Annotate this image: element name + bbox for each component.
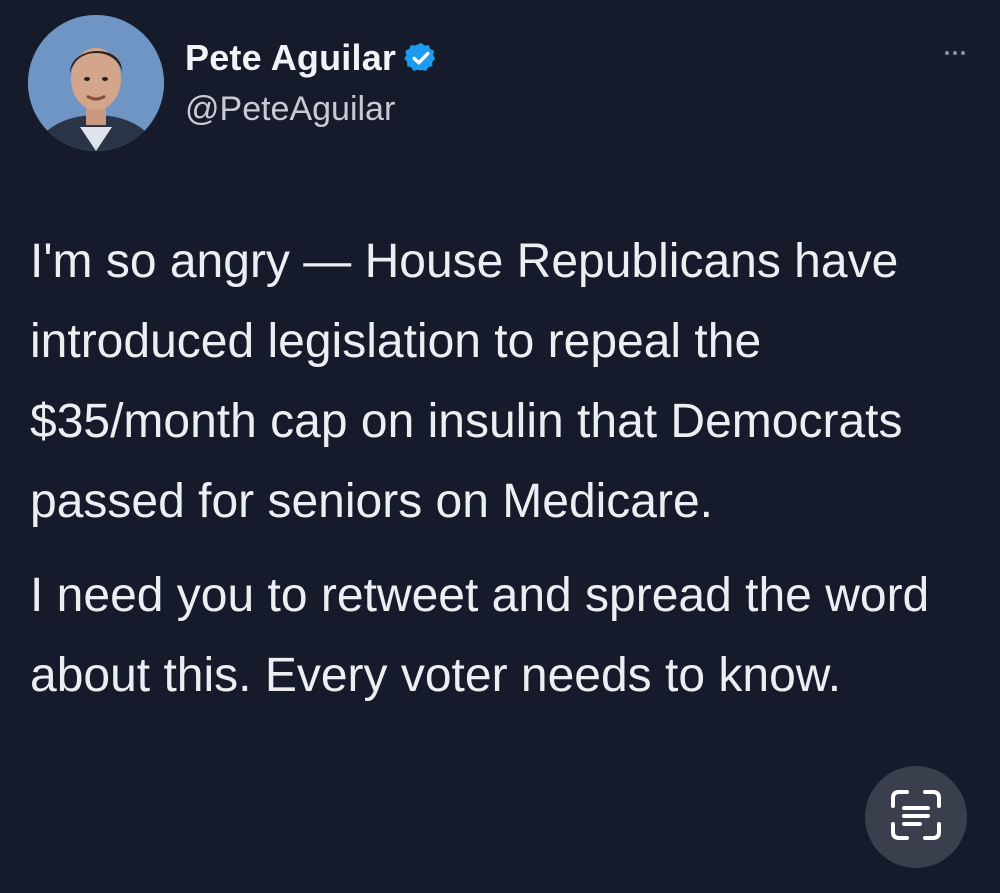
more-options-icon[interactable] <box>935 40 975 66</box>
author-display-name[interactable]: Pete Aguilar <box>185 37 396 79</box>
verified-badge-icon <box>404 41 438 75</box>
tweet-body: I'm so angry — House Republicans have in… <box>30 222 985 716</box>
avatar[interactable] <box>28 15 164 151</box>
text-scan-button[interactable] <box>865 766 967 868</box>
tweet-paragraph: I need you to retweet and spread the wor… <box>30 569 930 702</box>
text-scan-icon <box>887 786 945 849</box>
author-name-row: Pete Aguilar <box>185 33 438 83</box>
tweet-paragraph: I'm so angry — House Republicans have in… <box>30 235 903 528</box>
tweet-card: Pete Aguilar @PeteAguilar I'm so angry —… <box>0 0 1000 893</box>
author-handle[interactable]: @PeteAguilar <box>185 90 395 129</box>
